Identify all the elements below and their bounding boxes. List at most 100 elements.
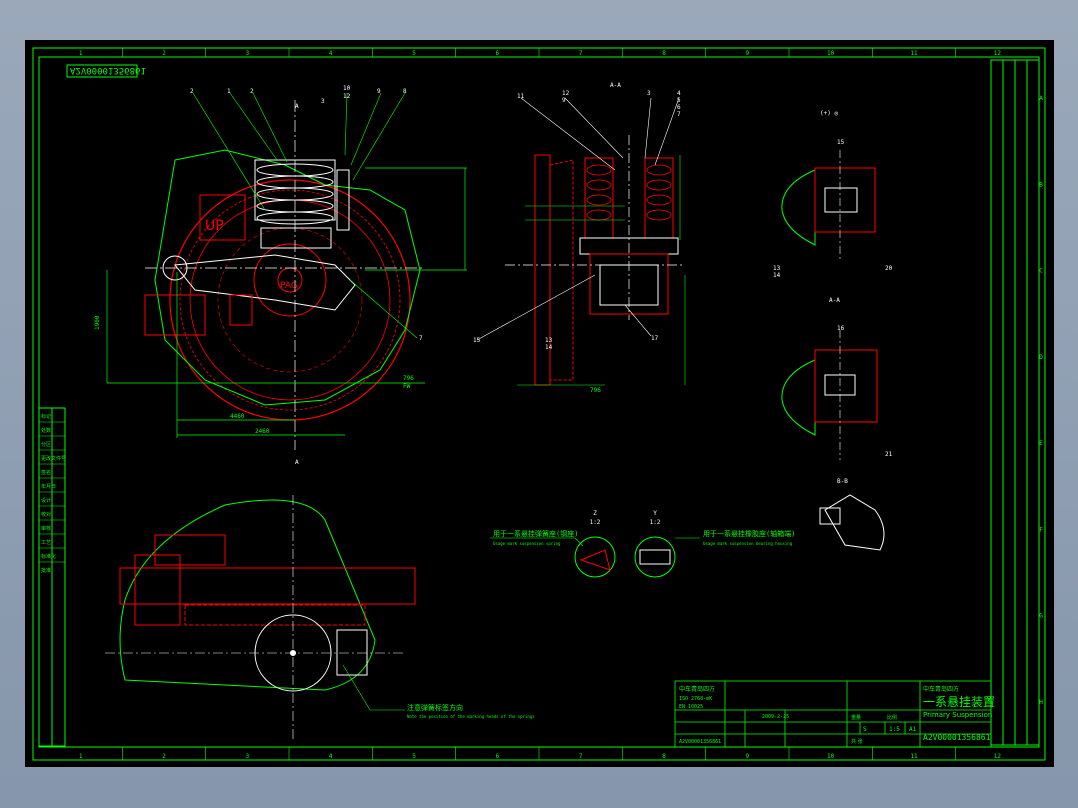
balloon-7: 7 — [419, 335, 423, 342]
row-label-F: F — [1039, 526, 1043, 533]
balloon-6: 6 — [677, 104, 681, 111]
col-label-top-9: 9 — [746, 50, 750, 57]
col-label-top-10: 10 — [827, 50, 835, 57]
col-label-bottom-1: 1 — [79, 753, 83, 760]
left-table-cell: 设计 — [41, 497, 51, 504]
balloon-14: 14 — [773, 272, 781, 279]
detail-id-Z: Z — [593, 510, 597, 517]
tb-title-cn: 一系悬挂装置 — [923, 695, 995, 709]
drawing-sheet: 112233445566778899101011111212ABCDEFGH 标… — [32, 47, 1046, 761]
col-label-top-2: 2 — [162, 50, 166, 57]
left-table-cell: 分区 — [41, 441, 51, 448]
row-label-G: G — [1039, 613, 1043, 620]
tb-scale: 1:5 — [889, 726, 900, 733]
row-label-E: E — [1039, 440, 1043, 447]
tb-date: 2009-2-25 — [762, 714, 789, 720]
section-aa-title: A-A — [610, 82, 621, 89]
note-bottom-en: Note the position of the marking heads o… — [407, 714, 535, 719]
balloon-12: 12 — [343, 93, 351, 100]
left-table-cell: 批准 — [41, 567, 51, 574]
balloon-17: 17 — [651, 335, 659, 342]
balloon-3: 3 — [321, 98, 325, 105]
inner-frame — [38, 56, 1040, 748]
col-label-bottom-7: 7 — [579, 753, 583, 760]
tb-std: ISO 2768-mK — [679, 696, 712, 702]
balloon-11: 11 — [517, 93, 525, 100]
row-label-D: D — [1039, 354, 1043, 361]
tb-material: EN 10025 — [679, 704, 703, 710]
balloon-5: 5 — [677, 97, 681, 104]
view-label-bb: B-B — [837, 478, 848, 485]
section-mark-a: A — [295, 103, 299, 110]
col-label-top-5: 5 — [412, 50, 416, 57]
col-label-bottom-6: 6 — [496, 753, 500, 760]
balloon-16: 16 — [837, 325, 845, 332]
balloon-7: 7 — [677, 111, 681, 118]
tb-company-2: 中车青岛四方 — [923, 685, 959, 693]
col-label-top-11: 11 — [910, 50, 918, 57]
left-table-cell: 标记 — [41, 413, 51, 420]
tb-company: 中车青岛四方 — [679, 685, 715, 693]
col-label-bottom-10: 10 — [827, 753, 835, 760]
row-label-B: B — [1039, 181, 1043, 188]
balloon-20: 20 — [885, 265, 893, 272]
mirror-code: A2V00001356861 — [70, 65, 146, 75]
dim-2460: 2460 — [255, 428, 270, 435]
left-table-cell: 处数 — [41, 427, 51, 434]
col-label-bottom-4: 4 — [329, 753, 333, 760]
dim-796: 796 — [403, 375, 414, 382]
col-label-bottom-11: 11 — [910, 753, 918, 760]
note-left: 用于一系悬挂弹簧座(钢座) — [493, 529, 578, 538]
col-label-top-7: 7 — [579, 50, 583, 57]
col-label-bottom-8: 8 — [662, 753, 666, 760]
svg-text:UP: UP — [205, 218, 224, 234]
left-table-cell: 标准化 — [41, 553, 56, 560]
row-label-H: H — [1039, 699, 1043, 706]
col-label-top-6: 6 — [496, 50, 500, 57]
view-label-mid: A-A — [829, 297, 840, 304]
col-label-top-12: 12 — [994, 50, 1002, 57]
view-label-top: (+) ◎ — [820, 110, 838, 117]
cad-canvas[interactable]: 1 1 2 2 3 3 4 4 5 5 6 6 7 7 8 8 9 9 10 10 11 11 12 12 A B C D E F G H 标… — [25, 40, 1054, 767]
title-block-text: 中车青岛四方 ISO 2768-mK EN 10025 2009-2-25 重量… — [679, 685, 995, 745]
balloon-3: 3 — [647, 90, 651, 97]
balloon-9: 9 — [377, 88, 381, 95]
col-label-bottom-3: 3 — [246, 753, 250, 760]
left-table-cell: 签名 — [41, 469, 51, 476]
tb-weight-label: 重量 — [851, 714, 861, 721]
left-table-cell: 工艺 — [41, 540, 51, 546]
section-aa-view: A-A 11 1293 4567131415 17 796 — [473, 82, 686, 394]
balloon-15: 15 — [473, 337, 481, 344]
balloon-8: 8 — [403, 88, 407, 95]
balloon-15: 15 — [837, 139, 845, 146]
balloon-10: 10 — [343, 85, 351, 92]
note-right-en: Usage mark suspension bearing housing — [703, 541, 793, 546]
main-elevation-view: UP PAG 1900 4460 2460 796 FW 2 1 2310129… — [94, 85, 467, 466]
col-label-top-3: 3 — [246, 50, 250, 57]
left-table-cell: 审核 — [41, 525, 51, 532]
balloon-13: 13 — [545, 337, 553, 344]
dim-1900: 1900 — [94, 315, 101, 330]
balloon-1: 1 — [227, 88, 231, 95]
tb-title-en: Primary Suspension — [923, 711, 992, 719]
tb-drawing-no: A2V00001356861 — [923, 733, 991, 742]
balloon-13: 13 — [773, 265, 781, 272]
left-table-cell: 年月日 — [41, 483, 56, 490]
note-bottom: 注意弹簧标签方向 — [407, 703, 463, 712]
tb-sheet-size: A1 — [909, 726, 917, 733]
balloon-2: 2 — [190, 88, 194, 95]
balloon-12: 12 — [562, 90, 570, 97]
revision-strip — [990, 59, 1040, 746]
section-mark-a-bottom: A — [295, 459, 299, 466]
tb-stage: S — [863, 726, 867, 733]
balloon-9: 9 — [562, 97, 566, 104]
tb-scale-label: 比例 — [887, 714, 897, 721]
dim-fw: FW — [403, 383, 411, 390]
dim-796-sec: 796 — [590, 387, 601, 394]
col-label-top-8: 8 — [662, 50, 666, 57]
balloon-14: 14 — [545, 344, 553, 351]
tb-sheet-label: 共 张 — [851, 738, 863, 745]
note-left-en: Usage mark suspension spring — [493, 541, 561, 546]
balloon-21: 21 — [885, 451, 893, 458]
column-labels: 112233445566778899101011111212ABCDEFGH — [79, 48, 1043, 760]
